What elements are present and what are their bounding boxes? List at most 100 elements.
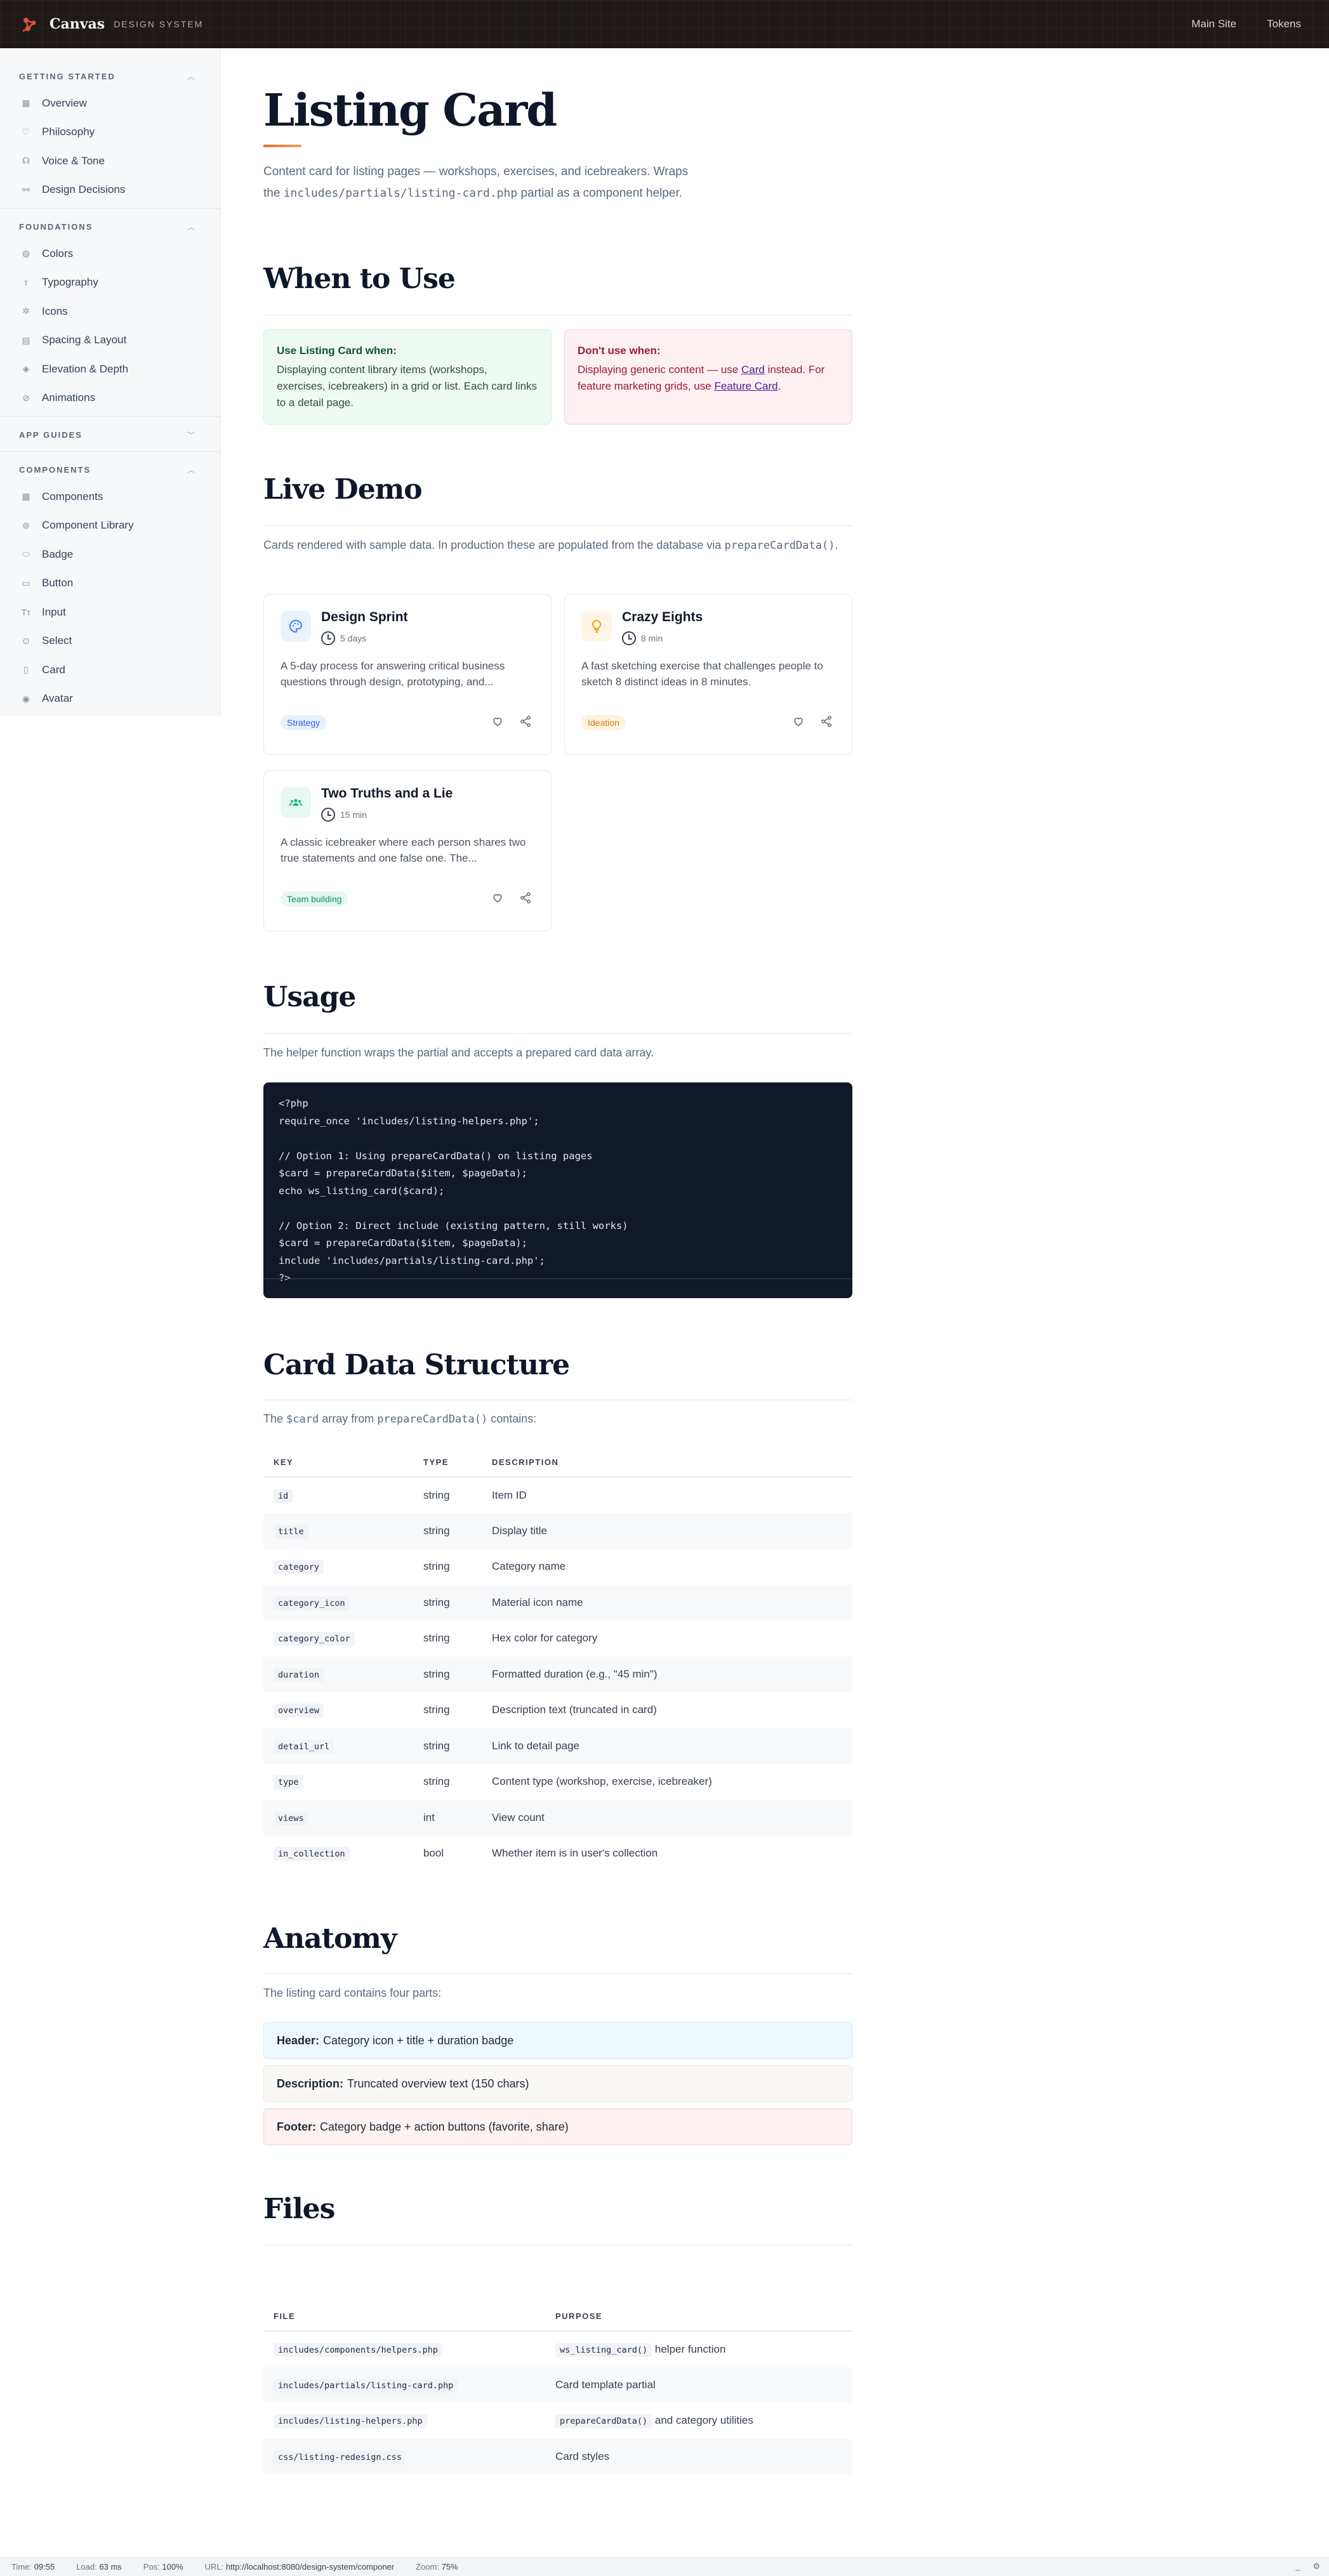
part-text: Category badge + action buttons (favorit… xyxy=(320,2120,569,2133)
column-header: DESCRIPTION xyxy=(482,1448,852,1478)
status-time: Time: 09:55 xyxy=(11,2562,55,2572)
type-cell: string xyxy=(423,1704,450,1716)
sidebar-item-colors[interactable]: ◍ Colors xyxy=(0,239,220,268)
sidebar-item-label: Badge xyxy=(42,548,74,560)
lead-code: $card xyxy=(286,1413,319,1426)
key-cell: category xyxy=(263,1549,413,1585)
voice-icon: ☊ xyxy=(22,155,30,166)
chevron-up-icon: ︿ xyxy=(187,222,195,232)
purpose-text: helper function xyxy=(652,2343,726,2355)
key-cell: duration xyxy=(263,1656,413,1692)
sidebar-item-philosophy[interactable]: ♡ Philosophy xyxy=(0,118,220,147)
sidebar-item-label: Design Decisions xyxy=(42,183,126,196)
listing-card[interactable]: Design Sprint 5 days A 5-day process for… xyxy=(263,594,552,755)
status-load: Load: 63 ms xyxy=(76,2562,122,2572)
tokens-link[interactable]: Tokens xyxy=(1267,18,1301,30)
section-title: APP GUIDES xyxy=(19,430,83,440)
file-cell: includes/listing-helpers.php xyxy=(263,2403,545,2439)
files-heading: Files xyxy=(263,2193,335,2225)
section-getting-started[interactable]: GETTING STARTED ︿ xyxy=(0,63,220,89)
category-badge: Strategy xyxy=(281,715,327,730)
description-cell: Whether item is in user's collection xyxy=(492,1847,658,1860)
clock-icon xyxy=(321,631,335,645)
section-app-guides[interactable]: APP GUIDES ﹀ xyxy=(0,422,220,447)
duration-text: 5 days xyxy=(340,633,367,643)
type-cell: string xyxy=(423,1488,450,1501)
dont-text-part: Displaying generic content — use xyxy=(578,364,741,376)
sidebar-item-components[interactable]: ▦ Components xyxy=(0,482,220,511)
purpose-text: and category utilities xyxy=(652,2414,753,2427)
sidebar-item-design-decisions[interactable]: ⚯ Design Decisions xyxy=(0,176,220,205)
purpose-text: Card styles xyxy=(555,2450,610,2462)
grid-icon: ▦ xyxy=(22,98,30,108)
sidebar-item-icons[interactable]: ✲ Icons xyxy=(0,297,220,326)
share-icon[interactable] xyxy=(519,715,532,731)
key-code: type xyxy=(274,1775,303,1790)
heart-icon[interactable] xyxy=(491,891,504,907)
lead-code: prepareCardData() xyxy=(377,1413,488,1426)
status-zoom: Zoom: 75% xyxy=(416,2562,458,2572)
anatomy-description: Description: Truncated overview text (150… xyxy=(263,2065,852,2102)
sidebar-item-label: Icons xyxy=(42,305,68,317)
sidebar-item-component-library[interactable]: ⊚ Component Library xyxy=(0,511,220,541)
share-icon[interactable] xyxy=(519,891,532,907)
sidebar-item-input[interactable]: Tт Input xyxy=(0,598,220,627)
clock-icon xyxy=(321,808,335,822)
heart-icon[interactable] xyxy=(491,715,504,731)
section-title: COMPONENTS xyxy=(19,464,91,475)
sidebar-item-avatar[interactable]: ◉ Avatar xyxy=(0,685,220,714)
sidebar-item-voice-tone[interactable]: ☊ Voice & Tone xyxy=(0,147,220,176)
dont-callout: Don't use when: Displaying generic conte… xyxy=(564,329,852,424)
share-icon[interactable] xyxy=(820,715,833,731)
table-body: id string Item ID title string Display title c… xyxy=(263,1477,852,1872)
sidebar-item-card[interactable]: ▯ Card xyxy=(0,655,220,685)
section-components[interactable]: COMPONENTS ︿ xyxy=(0,457,220,482)
type-cell: string xyxy=(413,1513,482,1549)
sidebar-item-overview[interactable]: ▦ Overview xyxy=(0,89,220,118)
sidebar-item-select[interactable]: ⊙ Select xyxy=(0,627,220,656)
clock-icon xyxy=(622,631,636,645)
part-label: Description: xyxy=(277,2077,344,2090)
purpose-cell: prepareCardData() and category utilities xyxy=(545,2403,852,2439)
listing-card[interactable]: Crazy Eights 8 min A fast sketching exer… xyxy=(564,594,852,755)
part-text: Category icon + title + duration badge xyxy=(323,2034,514,2047)
card-actions xyxy=(491,715,532,731)
main-site-link[interactable]: Main Site xyxy=(1191,18,1236,30)
sidebar-item-badge[interactable]: ⬭ Badge xyxy=(0,540,220,569)
minimize-icon[interactable]: _ xyxy=(1295,2561,1300,2572)
description-cell: Formatted duration (e.g., "45 min") xyxy=(482,1656,852,1692)
heart-icon[interactable] xyxy=(792,715,805,731)
card-link[interactable]: Card xyxy=(741,364,765,376)
status-value: 100% xyxy=(162,2562,183,2572)
lightbulb-icon: ♡ xyxy=(22,126,30,137)
top-nav: Main Site Tokens xyxy=(1191,0,1301,48)
brand[interactable]: Canvas DESIGN SYSTEM xyxy=(20,15,203,34)
sidebar-item-spacing-layout[interactable]: ▤ Spacing & Layout xyxy=(0,326,220,355)
avatar-icon: ◉ xyxy=(22,693,30,704)
divider xyxy=(263,1973,852,1974)
sidebar-item-typography[interactable]: ᴛ Typography xyxy=(0,268,220,298)
table-row: category string Category name xyxy=(263,1549,852,1585)
key-code: in_collection xyxy=(274,1847,350,1862)
sidebar-item-button[interactable]: ▭ Button xyxy=(0,569,220,598)
do-callout: Use Listing Card when: Displaying conten… xyxy=(263,329,552,424)
data-structure-table: KEY TYPE DESCRIPTION id string Item ID titl… xyxy=(263,1448,852,1872)
listing-card[interactable]: Two Truths and a Lie 15 min A classic ic… xyxy=(263,770,552,931)
lead-text: Cards rendered with sample data. In prod… xyxy=(263,539,725,551)
anatomy-heading: Anatomy xyxy=(263,1922,397,1955)
sidebar-item-elevation-depth[interactable]: ◈ Elevation & Depth xyxy=(0,355,220,384)
sidebar-item-animations[interactable]: ⊘ Animations xyxy=(0,384,220,413)
sidebar-item-label: Typography xyxy=(42,276,98,289)
section-foundations[interactable]: FOUNDATIONS ︿ xyxy=(0,214,220,239)
select-icon: ⊙ xyxy=(22,635,30,646)
code-scrollbar[interactable] xyxy=(263,1278,852,1279)
code-block[interactable]: <?php require_once 'includes/listing-hel… xyxy=(263,1082,852,1298)
key-cell: category_icon xyxy=(263,1584,413,1620)
key-code: category_color xyxy=(274,1632,355,1646)
settings-icon[interactable]: ⚙ xyxy=(1312,2561,1320,2572)
key-cell: type xyxy=(263,1764,413,1800)
feature-card-link[interactable]: Feature Card xyxy=(714,380,777,392)
lead-text: The xyxy=(263,1412,287,1425)
section-title: GETTING STARTED xyxy=(19,71,116,81)
dont-text-part: . xyxy=(777,380,781,392)
